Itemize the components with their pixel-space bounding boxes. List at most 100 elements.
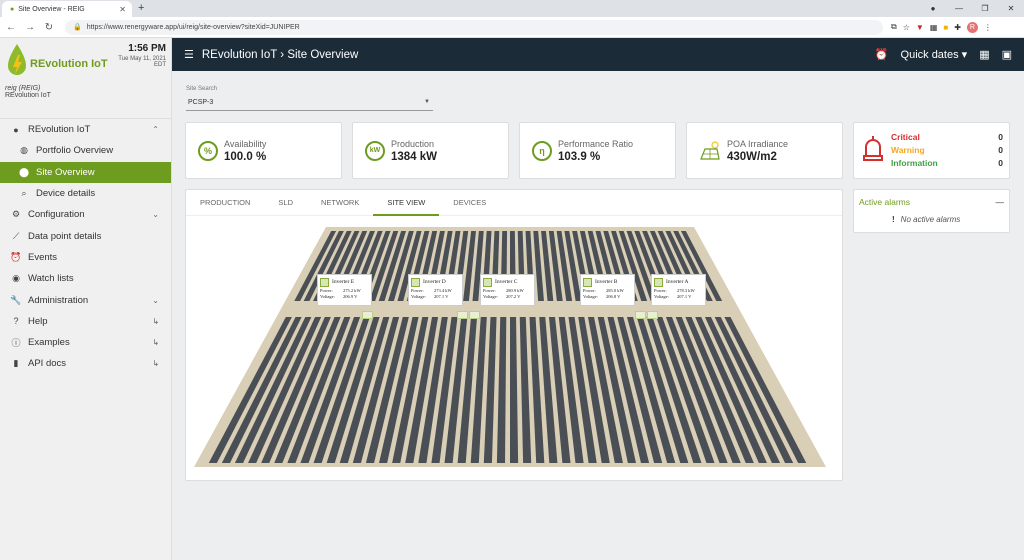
power-label: Power: <box>654 288 667 293</box>
sidebar-menu: ● REvolution IoT ⌃ ◍ Portfolio Overview … <box>0 118 171 375</box>
breadcrumb: REvolution IoT › Site Overview <box>202 49 358 61</box>
site-tabs: PRODUCTION SLD NETWORK SITE VIEW DEVICES <box>186 190 842 216</box>
empty-message: No active alarms <box>900 215 961 224</box>
url-field[interactable]: 🔒 https://www.renergyware.app/ui/reig/si… <box>65 19 883 35</box>
inverter-unit[interactable] <box>469 311 480 319</box>
inverter-power: 273.4 kW <box>434 288 452 293</box>
alarm-label: Warning <box>891 145 925 155</box>
sidebar-item-api-docs[interactable]: ▮ API docs ↳ <box>0 353 171 374</box>
sidebar-item-revolution-iot[interactable]: ● REvolution IoT ⌃ <box>0 119 171 140</box>
globe-icon: ◍ <box>20 145 28 156</box>
browser-extensions: ⧉ ☆ ▼ ▦ ■ ✚ R ⋮ <box>891 21 992 33</box>
inverter-voltage: 207.1 V <box>434 294 449 299</box>
brand-name: REvolution IoT <box>30 58 108 70</box>
bookmark-star-icon[interactable]: ☆ <box>903 23 910 32</box>
external-link-icon: ↳ <box>152 359 159 369</box>
collapse-button[interactable]: — <box>996 197 1005 207</box>
sidebar-item-data-point-details[interactable]: ⟋ Data point details <box>0 225 171 246</box>
solar-panel-icon <box>700 140 720 160</box>
close-window-button[interactable]: ✕ <box>998 4 1024 13</box>
site-search-select[interactable]: PCSP-3 ▼ <box>186 95 433 111</box>
browser-tab[interactable]: ● Site Overview - REIG ✕ <box>2 1 132 17</box>
power-label: Power: <box>320 288 333 293</box>
minimize-button[interactable]: — <box>946 4 972 13</box>
header-actions: ⏰ Quick dates ▾ ▦ ▣ <box>875 48 1012 61</box>
extension-badge-icon[interactable]: ■ <box>943 23 948 32</box>
tab-devices[interactable]: DEVICES <box>439 190 500 215</box>
inverter-name: Inverter B <box>595 279 618 285</box>
reload-icon[interactable]: ↻ <box>41 22 57 33</box>
menu-icon[interactable]: ☰ <box>184 48 194 61</box>
inverter-unit[interactable] <box>362 311 373 319</box>
browser-menu-icon[interactable]: ⋮ <box>984 23 992 32</box>
sidebar-item-events[interactable]: ⏰ Events <box>0 247 171 268</box>
inverter-card-c[interactable]: Inverter C Power: 280.9 kW Voltage: 207.2 … <box>480 274 535 306</box>
extension-grid-icon[interactable]: ▦ <box>930 23 938 32</box>
trend-icon: ⟋ <box>12 230 20 241</box>
inverter-unit[interactable] <box>635 311 646 319</box>
breadcrumb-app[interactable]: REvolution IoT <box>202 49 277 61</box>
puzzle-icon[interactable]: ✚ <box>954 23 961 32</box>
quick-dates-button[interactable]: Quick dates ▾ <box>901 48 968 61</box>
sidebar-item-configuration[interactable]: ⚙ Configuration ⌄ <box>0 204 171 225</box>
alarm-label: Critical <box>891 132 920 142</box>
kpi-value: 103.9 % <box>558 150 601 163</box>
translate-icon[interactable]: ⧉ <box>891 22 897 32</box>
chevron-up-icon: ⌃ <box>152 125 159 135</box>
inverter-power: 278.3 kW <box>677 288 695 293</box>
forward-icon[interactable]: → <box>22 22 38 33</box>
sidebar-item-help[interactable]: ? Help ↳ <box>0 311 171 332</box>
chevron-down-icon: ⌄ <box>152 210 159 220</box>
back-icon[interactable]: ← <box>3 22 19 33</box>
alarm-icon: ⏰ <box>10 251 22 262</box>
lock-icon: 🔒 <box>73 24 82 31</box>
tab-sld[interactable]: SLD <box>264 190 307 215</box>
record-icon[interactable]: ● <box>920 4 946 13</box>
extension-shield-icon[interactable]: ▼ <box>916 23 924 32</box>
sidebar-item-examples[interactable]: ⓘ Examples ↳ <box>0 332 171 353</box>
kpi-label: Performance Ratio <box>558 138 634 149</box>
alarm-count: 0 <box>998 158 1003 168</box>
inverter-power: 285.0 kW <box>606 288 624 293</box>
close-tab-icon[interactable]: ✕ <box>119 5 126 14</box>
inverter-unit[interactable] <box>647 311 658 319</box>
inverter-card-a[interactable]: Inverter A Power: 278.3 kW Voltage: 207.1 … <box>651 274 706 306</box>
alarm-count-information[interactable]: Information 0 <box>891 158 1003 171</box>
inverter-voltage: 206.9 V <box>343 294 358 299</box>
inverter-card-b[interactable]: Inverter B Power: 285.0 kW Voltage: 206.8 … <box>580 274 635 306</box>
inverter-card-d[interactable]: Inverter D Power: 273.4 kW Voltage: 207.1 … <box>408 274 463 306</box>
inverter-unit[interactable] <box>457 311 468 319</box>
siren-icon <box>863 136 883 161</box>
alarm-label: Information <box>891 158 938 168</box>
save-icon[interactable]: ▣ <box>1002 48 1012 61</box>
calendar-icon[interactable]: ▦ <box>979 48 989 61</box>
sidebar-item-administration[interactable]: 🔧 Administration ⌄ <box>0 289 171 310</box>
inverter-icon <box>583 277 592 287</box>
tab-site-view[interactable]: SITE VIEW <box>373 190 440 216</box>
window-controls: ● — ❐ ✕ <box>920 0 1024 17</box>
exclamation-icon: ! <box>892 215 895 224</box>
site-search-label: Site Search <box>186 86 218 92</box>
sidebar-item-device-details[interactable]: ⌕ Device details <box>0 183 171 204</box>
address-bar-row: ← → ↻ 🔒 https://www.renergyware.app/ui/r… <box>0 17 1024 38</box>
solar-field-graphic[interactable] <box>186 217 842 481</box>
sidebar-item-watch-lists[interactable]: ◉ Watch lists <box>0 268 171 289</box>
power-label: Power: <box>483 288 496 293</box>
inverter-power: 275.2 kW <box>343 288 361 293</box>
tab-network[interactable]: NETWORK <box>307 190 373 215</box>
alarm-clock-icon[interactable]: ⏰ <box>875 48 889 61</box>
profile-avatar[interactable]: R <box>966 21 978 33</box>
brand-area: REvolution IoT 1:56 PM Tue May 11, 2021 … <box>0 38 171 103</box>
alarm-count-warning[interactable]: Warning 0 <box>891 145 1003 158</box>
inverter-voltage: 207.2 V <box>506 294 521 299</box>
sidebar-item-site-overview[interactable]: ⬤ Site Overview <box>0 161 171 183</box>
kpi-label: Production <box>391 138 435 149</box>
tab-production[interactable]: PRODUCTION <box>186 190 264 215</box>
site-view-scene[interactable]: Inverter E Power: 275.2 kW Voltage: 206.9 … <box>186 217 842 481</box>
new-tab-button[interactable]: + <box>138 2 144 14</box>
inverter-card-e[interactable]: Inverter E Power: 275.2 kW Voltage: 206.9 … <box>317 274 372 306</box>
sidebar-item-portfolio-overview[interactable]: ◍ Portfolio Overview <box>0 140 171 161</box>
app-header: ☰ REvolution IoT › Site Overview ⏰ Quick… <box>172 38 1024 71</box>
alarm-count-critical[interactable]: Critical 0 <box>891 132 1003 145</box>
maximize-button[interactable]: ❐ <box>972 4 998 13</box>
